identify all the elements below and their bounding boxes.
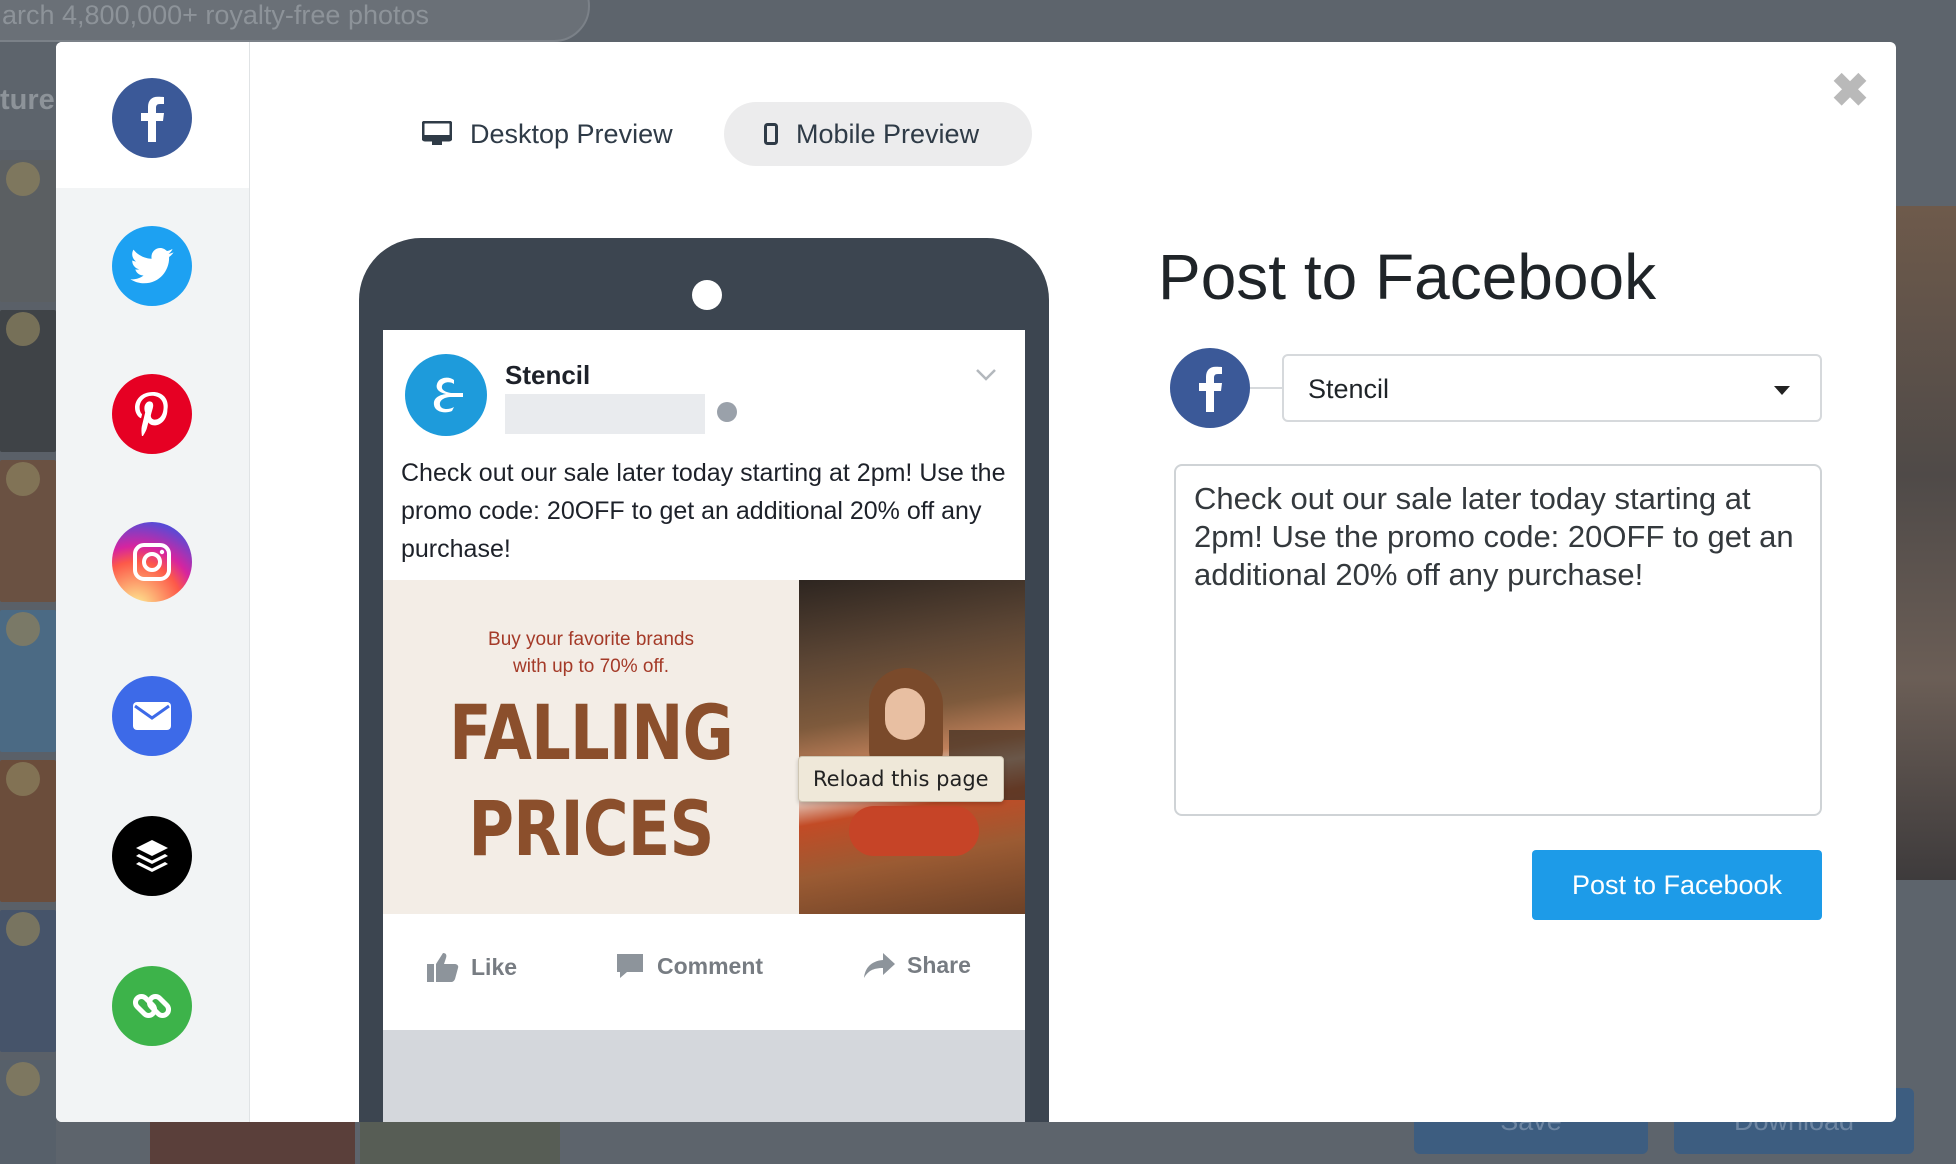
- ad-headline-line-1: FALLING: [449, 688, 734, 777]
- instagram-icon: [133, 543, 171, 581]
- facebook-account-icon: [1170, 348, 1250, 428]
- account-select[interactable]: Stencil: [1282, 354, 1822, 422]
- pinterest-network-button[interactable]: [112, 374, 192, 454]
- account-select-value: Stencil: [1308, 374, 1390, 404]
- link-icon: [132, 993, 172, 1019]
- share-button[interactable]: Share: [863, 952, 971, 979]
- email-network-button[interactable]: [112, 676, 192, 756]
- share-modal: ✖ Desktop Preview Mobile Preview Stencil…: [56, 42, 1896, 1122]
- facebook-network-button[interactable]: [112, 78, 192, 158]
- background-thumbnail-strip: [0, 150, 56, 1164]
- reload-tooltip: Reload this page: [798, 756, 1004, 802]
- chevron-down-icon[interactable]: [975, 364, 997, 386]
- post-to-facebook-button[interactable]: Post to Facebook: [1532, 850, 1822, 920]
- ad-headline-line-2: PRICES: [468, 784, 714, 873]
- trophy-icon: [6, 1062, 40, 1096]
- tab-mobile-preview[interactable]: Mobile Preview: [724, 102, 1032, 166]
- trophy-icon: [6, 762, 40, 796]
- envelope-icon: [133, 702, 171, 730]
- like-button[interactable]: Like: [427, 952, 517, 982]
- buffer-icon: [136, 840, 168, 872]
- trophy-icon: [6, 612, 40, 646]
- close-icon[interactable]: ✖: [1830, 67, 1870, 113]
- background-search-placeholder: arch 4,800,000+ royalty-free photos: [2, 0, 430, 30]
- pinterest-icon: [135, 392, 168, 436]
- phone-camera: [692, 280, 722, 310]
- phone-mockup: Stencil Check out our sale later today s…: [359, 238, 1049, 1122]
- account-connector: [1250, 387, 1282, 389]
- background-thumbnail: [150, 1122, 355, 1164]
- trophy-icon: [6, 462, 40, 496]
- trophy-icon: [6, 162, 40, 196]
- tab-desktop-preview-label: Desktop Preview: [470, 118, 673, 149]
- twitter-network-button[interactable]: [112, 226, 192, 306]
- caret-down-icon: [1774, 386, 1790, 395]
- background-section-label: ture: [0, 84, 55, 116]
- monitor-icon: [422, 121, 452, 147]
- buffer-network-button[interactable]: [112, 816, 192, 896]
- post-image: Buy your favorite brands with up to 70% …: [383, 580, 1025, 914]
- facebook-icon: [141, 96, 164, 142]
- facebook-icon: [1199, 366, 1222, 412]
- stencil-logo-icon: [433, 377, 463, 413]
- link-network-button[interactable]: [112, 966, 192, 1046]
- post-timestamp-placeholder: [505, 394, 705, 434]
- ad-text-panel: Buy your favorite brands with up to 70% …: [383, 580, 799, 914]
- background-search-bar: arch 4,800,000+ royalty-free photos: [0, 0, 590, 42]
- trophy-icon: [6, 312, 40, 346]
- share-arrow-icon: [863, 952, 895, 979]
- preview-footer: [383, 1030, 1025, 1122]
- panel-title: Post to Facebook: [1158, 241, 1657, 313]
- thumbs-up-icon: [427, 952, 459, 982]
- mobile-phone-icon: [764, 123, 778, 145]
- post-page-name: Stencil: [505, 360, 591, 390]
- page-avatar: [405, 354, 487, 436]
- trophy-icon: [6, 912, 40, 946]
- ad-photo: [799, 580, 1025, 914]
- message-textarea[interactable]: Check out our sale later today starting …: [1174, 464, 1822, 816]
- comment-icon: [615, 952, 645, 980]
- facebook-post-preview: Stencil Check out our sale later today s…: [383, 330, 1025, 1122]
- globe-icon: [717, 402, 737, 422]
- like-label: Like: [471, 953, 518, 980]
- tab-desktop-preview[interactable]: Desktop Preview: [392, 102, 732, 166]
- background-photo: [1896, 206, 1956, 880]
- post-text: Check out our sale later today starting …: [401, 459, 1006, 563]
- instagram-network-button[interactable]: [112, 522, 192, 602]
- post-actions: Like Comment Share: [383, 930, 1025, 1006]
- comment-button[interactable]: Comment: [615, 952, 763, 980]
- share-label: Share: [907, 952, 971, 978]
- tab-mobile-preview-label: Mobile Preview: [796, 118, 980, 149]
- twitter-icon: [130, 248, 174, 284]
- ad-subline: Buy your favorite brands with up to 70% …: [488, 629, 694, 677]
- background-thumbnail: [360, 1122, 560, 1164]
- network-sidebar: [56, 42, 250, 1122]
- comment-label: Comment: [657, 952, 764, 979]
